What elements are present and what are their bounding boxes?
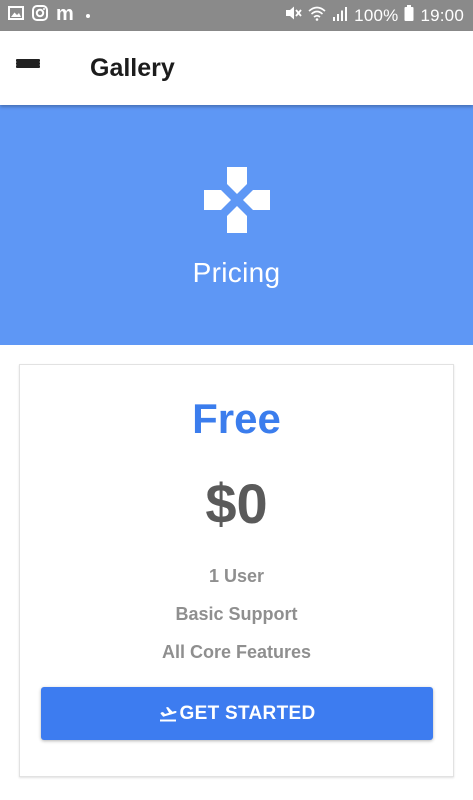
menu-button[interactable] [0, 31, 58, 105]
status-bar-right: 100% 19:00 [278, 5, 464, 26]
app-title: Gallery [90, 53, 175, 82]
plan-price: $0 [205, 472, 268, 535]
get-started-button[interactable]: GET STARTED [41, 687, 433, 740]
mute-icon [284, 5, 302, 26]
hero-title: Pricing [192, 257, 281, 288]
status-bar: m 100% 19:00 [0, 0, 473, 31]
plan-name: Free [192, 395, 281, 442]
flight-takeoff-icon [159, 706, 177, 722]
signal-icon [332, 6, 348, 26]
battery-icon [404, 5, 414, 26]
pricing-hero: Pricing [0, 105, 473, 345]
battery-percent: 100% [354, 5, 399, 25]
status-time: 19:00 [420, 5, 464, 25]
get-started-label: GET STARTED [179, 702, 316, 724]
app-bar: Gallery [0, 31, 473, 105]
pricing-card: Free $0 1 User Basic Support All Core Fe… [19, 364, 454, 777]
gallery-icon [8, 6, 24, 25]
hamburger-menu-icon [16, 59, 40, 77]
wifi-icon [308, 6, 326, 26]
instagram-icon [32, 5, 48, 26]
m-app-icon: m [56, 3, 74, 25]
feature-item: Basic Support [175, 604, 298, 624]
status-bar-left: m [8, 3, 98, 26]
feature-item: All Core Features [161, 642, 312, 662]
feature-item: 1 User [208, 566, 265, 586]
feature-list: 1 User Basic Support All Core Features [162, 566, 311, 680]
notification-dot [85, 13, 90, 18]
gamepad-icon [203, 166, 271, 239]
